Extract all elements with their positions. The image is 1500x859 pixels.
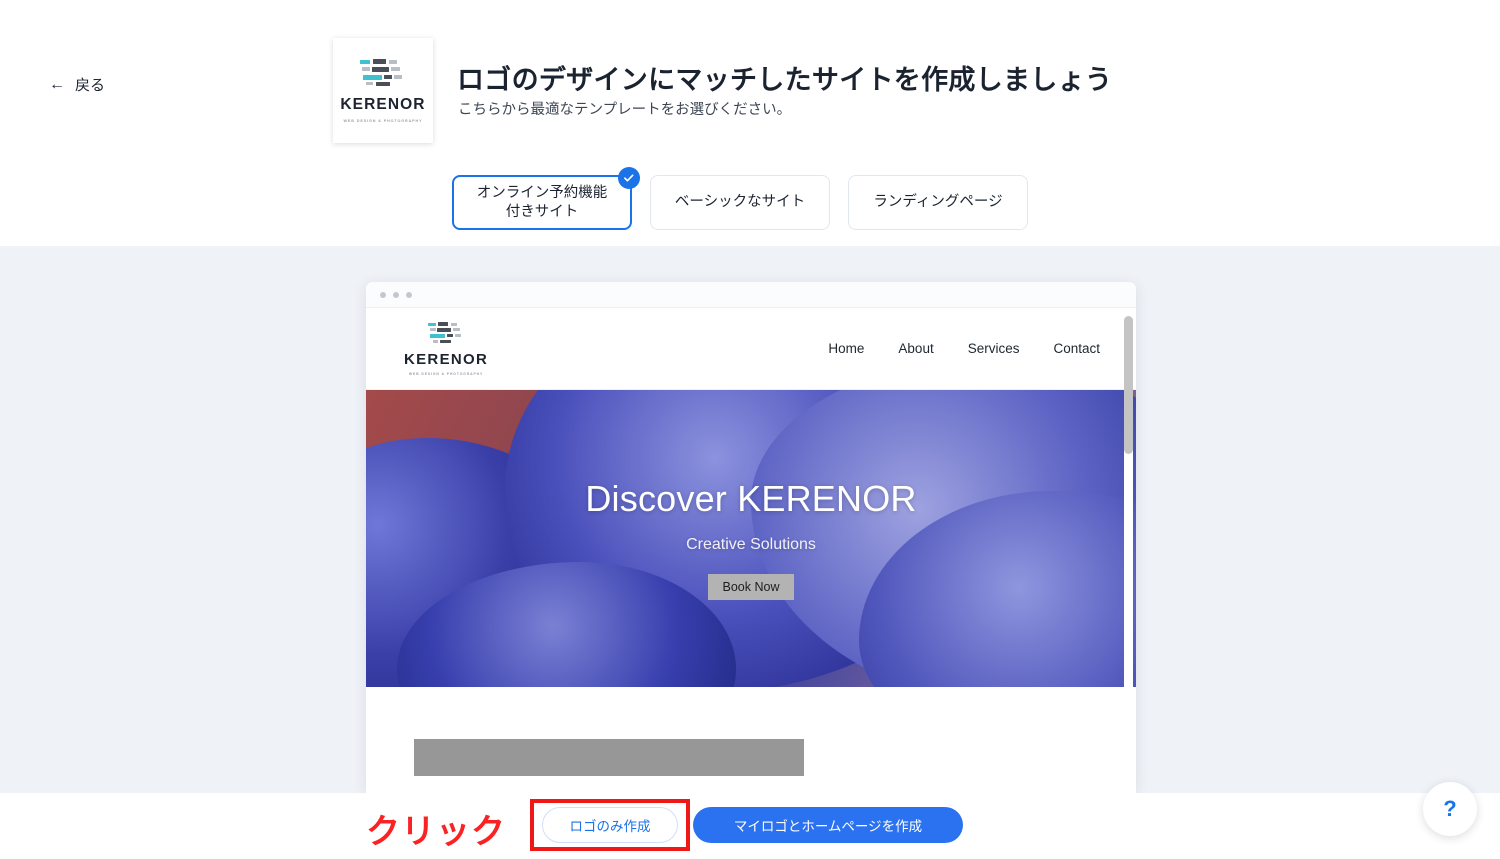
tab-online-booking-site[interactable]: オンライン予約機能 付きサイト — [452, 167, 640, 230]
tab-landing-page[interactable]: ランディングページ — [848, 175, 1028, 230]
nav-link-about[interactable]: About — [898, 341, 933, 356]
hero-title: Discover KERENOR — [585, 477, 917, 519]
question-mark-icon[interactable]: ? — [1423, 782, 1477, 836]
template-category-tabs: オンライン予約機能 付きサイト ベーシックなサイト ランディングページ — [452, 167, 1028, 230]
hero-content: Discover KERENOR Creative Solutions Book… — [366, 390, 1136, 687]
brand-logo-name: KERENOR — [340, 95, 426, 113]
nav-link-contact[interactable]: Contact — [1053, 341, 1100, 356]
create-logo-and-website-button[interactable]: マイロゴとホームページを作成 — [693, 807, 963, 843]
preview-hero-section: Discover KERENOR Creative Solutions Book… — [366, 390, 1136, 687]
site-preview-window[interactable]: KERENOR WEB DESIGN & PHOTOGRAPHY Home Ab… — [366, 282, 1136, 793]
nav-link-home[interactable]: Home — [828, 341, 864, 356]
preview-stage: KERENOR WEB DESIGN & PHOTOGRAPHY Home Ab… — [0, 246, 1500, 793]
preview-logo-tagline: WEB DESIGN & PHOTOGRAPHY — [408, 371, 484, 376]
nav-link-services[interactable]: Services — [968, 341, 1020, 356]
hero-subtitle: Creative Solutions — [686, 535, 816, 553]
kerenor-bars-logo-icon — [428, 321, 464, 346]
kerenor-bars-logo-icon — [360, 58, 406, 89]
create-logo-only-button[interactable]: ロゴのみ作成 — [542, 807, 678, 843]
tab-label-line2: 付きサイト — [505, 203, 579, 220]
back-button-label: 戻る — [75, 77, 106, 94]
preview-site-body — [366, 687, 1136, 793]
back-button[interactable]: ← 戻る — [49, 74, 105, 95]
arrow-left-icon: ← — [49, 75, 65, 93]
page-header: ← 戻る KERENOR WEB DESIGN & PHOTOGRAPHY ロゴ… — [0, 0, 1500, 246]
preview-site-content: KERENOR WEB DESIGN & PHOTOGRAPHY Home Ab… — [366, 308, 1136, 793]
brand-logo-card: KERENOR WEB DESIGN & PHOTOGRAPHY — [333, 38, 433, 143]
preview-nav-menu: Home About Services Contact — [828, 341, 1100, 356]
page-title: ロゴのデザインにマッチしたサイトを作成しましょう — [457, 65, 1113, 95]
window-dot-icon — [393, 291, 399, 298]
window-dot-icon — [380, 291, 386, 298]
browser-titlebar — [366, 282, 1136, 308]
window-dot-icon — [406, 291, 412, 298]
page-subtitle: こちらから最適なテンプレートをお選びください。 — [458, 102, 792, 118]
preview-logo-name: KERENOR — [404, 350, 489, 368]
tab-label-line1: オンライン予約機能 — [476, 184, 608, 201]
hero-book-now-button[interactable]: Book Now — [707, 573, 795, 600]
check-circle-icon — [618, 167, 640, 189]
preview-site-logo: KERENOR WEB DESIGN & PHOTOGRAPHY — [404, 321, 489, 376]
click-annotation: クリック — [366, 812, 506, 852]
preview-site-navbar: KERENOR WEB DESIGN & PHOTOGRAPHY Home Ab… — [366, 308, 1136, 390]
content-placeholder-block — [414, 739, 804, 776]
template-picker-page: ← 戻る KERENOR WEB DESIGN & PHOTOGRAPHY ロゴ… — [0, 0, 1500, 859]
tab-basic-site[interactable]: ベーシックなサイト — [650, 175, 830, 230]
brand-logo-tagline: WEB DESIGN & PHOTOGRAPHY — [343, 118, 423, 123]
